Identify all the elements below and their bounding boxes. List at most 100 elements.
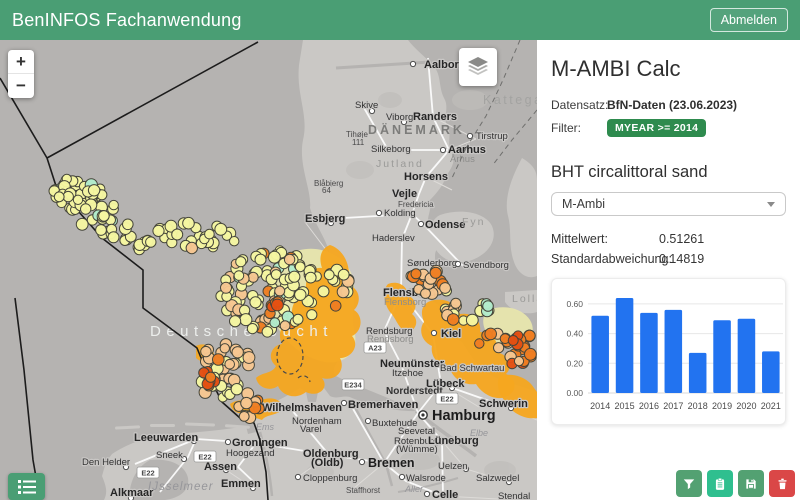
application-window: BenINFOS Fachanwendung Abmelden Aalborg … bbox=[0, 0, 800, 500]
station-dot[interactable] bbox=[152, 224, 165, 237]
map-canvas[interactable]: AalborgKattegatSkiveViborgRandersDÄNEMAR… bbox=[0, 40, 537, 500]
svg-text:Wilhelmshaven: Wilhelmshaven bbox=[262, 402, 342, 414]
station-dot[interactable] bbox=[212, 353, 225, 366]
zoom-control: + − bbox=[8, 50, 34, 98]
svg-text:Haderslev: Haderslev bbox=[372, 233, 415, 244]
delete-button[interactable] bbox=[769, 470, 795, 497]
station-dot[interactable] bbox=[72, 194, 84, 206]
station-dot[interactable] bbox=[233, 270, 245, 281]
station-dot[interactable] bbox=[336, 285, 350, 299]
station-dot[interactable] bbox=[231, 346, 244, 359]
station-dot[interactable] bbox=[261, 326, 274, 338]
svg-text:Århus: Århus bbox=[450, 154, 475, 165]
station-dot[interactable] bbox=[420, 288, 431, 299]
station-dot[interactable] bbox=[279, 320, 291, 332]
zoom-out-button[interactable]: − bbox=[8, 74, 34, 98]
svg-text:111: 111 bbox=[352, 138, 365, 147]
station-dot[interactable] bbox=[246, 323, 258, 335]
station-dot[interactable] bbox=[240, 396, 253, 410]
svg-text:Bremen: Bremen bbox=[368, 456, 415, 470]
station-dot[interactable] bbox=[224, 358, 235, 370]
svg-text:Hoogezand: Hoogezand bbox=[226, 448, 275, 459]
list-icon bbox=[17, 479, 36, 494]
station-dot[interactable] bbox=[292, 313, 304, 325]
station-dot[interactable] bbox=[238, 411, 250, 422]
station-dot[interactable] bbox=[507, 335, 519, 346]
station-dot[interactable] bbox=[107, 231, 120, 244]
station-dot[interactable] bbox=[171, 228, 184, 241]
station-dot[interactable] bbox=[87, 184, 101, 197]
station-dot[interactable] bbox=[108, 199, 119, 211]
station-dot[interactable] bbox=[249, 296, 262, 309]
map-container[interactable]: AalborgKattegatSkiveViborgRandersDÄNEMAR… bbox=[0, 40, 537, 500]
station-dot[interactable] bbox=[220, 281, 232, 294]
station-dot[interactable] bbox=[229, 315, 242, 328]
station-dot[interactable] bbox=[482, 300, 494, 312]
legend-button[interactable] bbox=[8, 473, 45, 500]
station-dot[interactable] bbox=[446, 313, 460, 326]
zoom-in-button[interactable]: + bbox=[8, 50, 34, 74]
svg-text:E22: E22 bbox=[440, 395, 453, 404]
station-dot[interactable] bbox=[235, 256, 247, 268]
station-dot[interactable] bbox=[465, 313, 479, 327]
station-dot[interactable] bbox=[410, 268, 422, 280]
station-dot[interactable] bbox=[429, 266, 442, 279]
svg-text:Jutland: Jutland bbox=[376, 158, 424, 170]
station-dot[interactable] bbox=[294, 288, 307, 302]
station-dot[interactable] bbox=[214, 222, 228, 236]
station-dot[interactable] bbox=[306, 309, 318, 321]
svg-text:0.40: 0.40 bbox=[566, 329, 583, 339]
station-dot[interactable] bbox=[242, 351, 256, 364]
layers-control[interactable] bbox=[459, 48, 497, 86]
station-dot[interactable] bbox=[200, 345, 212, 358]
station-dot[interactable] bbox=[185, 241, 199, 255]
station-dot[interactable] bbox=[229, 236, 240, 247]
station-dot[interactable] bbox=[271, 298, 284, 312]
svg-text:Ems: Ems bbox=[256, 422, 275, 432]
bar-2021 bbox=[762, 351, 780, 393]
station-dot[interactable] bbox=[80, 203, 92, 215]
station-dot[interactable] bbox=[274, 285, 286, 297]
station-dot[interactable] bbox=[524, 347, 537, 361]
station-dot[interactable] bbox=[513, 356, 525, 367]
station-dot[interactable] bbox=[75, 217, 89, 231]
station-dot[interactable] bbox=[53, 191, 65, 203]
station-dot[interactable] bbox=[439, 282, 452, 294]
svg-text:Skive: Skive bbox=[355, 100, 378, 111]
stddev-label: Standardabweichung: bbox=[551, 252, 672, 266]
save-button[interactable] bbox=[738, 470, 764, 497]
clipboard-icon bbox=[715, 477, 725, 490]
station-dot[interactable] bbox=[182, 216, 195, 230]
station-dot[interactable] bbox=[95, 224, 107, 236]
filter-button[interactable] bbox=[676, 470, 702, 497]
station-dot[interactable] bbox=[317, 285, 330, 298]
station-dot[interactable] bbox=[450, 297, 462, 309]
logout-button[interactable]: Abmelden bbox=[709, 8, 788, 32]
svg-text:Odense: Odense bbox=[425, 219, 465, 231]
station-dot[interactable] bbox=[268, 250, 281, 264]
svg-text:Flensborg: Flensborg bbox=[384, 297, 426, 308]
station-dot[interactable] bbox=[304, 271, 317, 284]
station-dot[interactable] bbox=[484, 327, 498, 341]
station-dot[interactable] bbox=[205, 371, 217, 383]
station-dot[interactable] bbox=[269, 317, 281, 329]
station-dot[interactable] bbox=[247, 271, 259, 283]
station-dot[interactable] bbox=[219, 343, 231, 354]
station-dot[interactable] bbox=[323, 269, 335, 281]
station-dot[interactable] bbox=[254, 253, 267, 266]
station-dot[interactable] bbox=[329, 300, 342, 312]
station-dot[interactable] bbox=[283, 253, 296, 266]
station-dot[interactable] bbox=[288, 270, 301, 283]
station-dot[interactable] bbox=[98, 210, 110, 222]
station-dot[interactable] bbox=[294, 261, 306, 273]
station-dot[interactable] bbox=[122, 218, 134, 231]
station-dot[interactable] bbox=[204, 228, 215, 240]
index-select[interactable]: M-Ambi bbox=[551, 192, 786, 216]
bar-2019 bbox=[713, 320, 731, 393]
x-tick-label: 2020 bbox=[736, 401, 756, 411]
station-dot[interactable] bbox=[230, 383, 244, 396]
station-dot[interactable] bbox=[337, 268, 350, 281]
station-dot[interactable] bbox=[145, 236, 157, 248]
station-dot[interactable] bbox=[474, 338, 485, 349]
report-button[interactable] bbox=[707, 470, 733, 497]
